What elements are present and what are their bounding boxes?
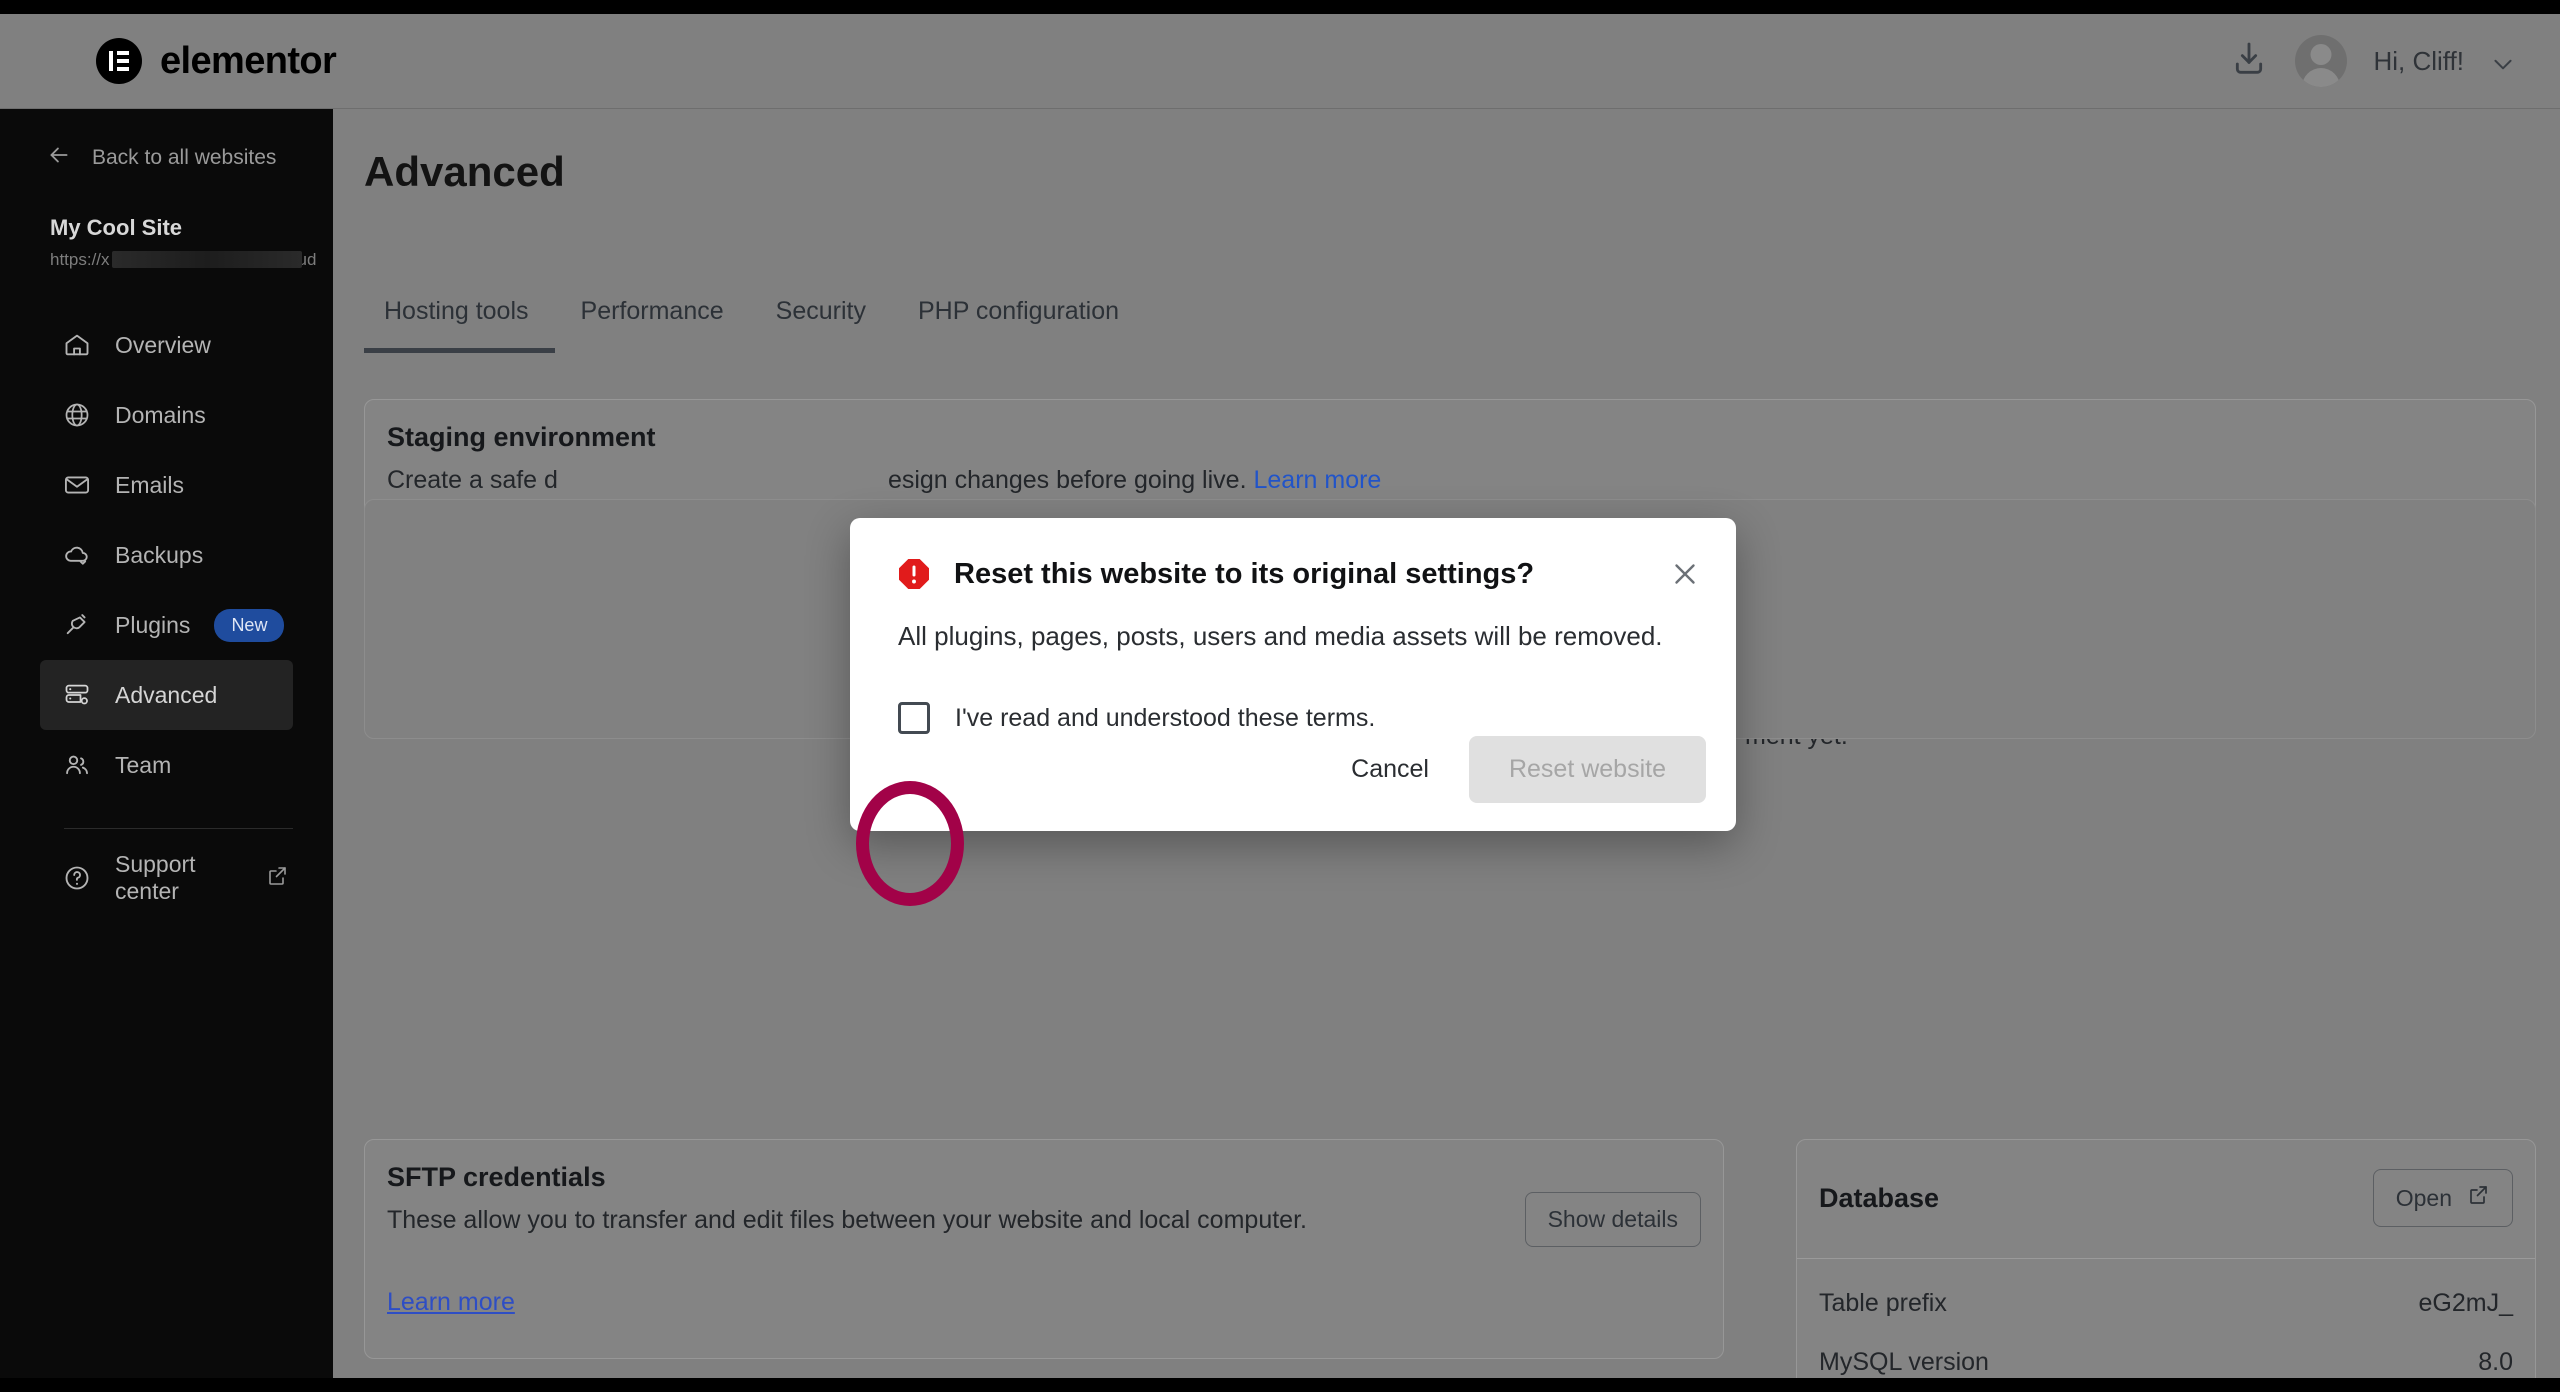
reset-website-dialog: Reset this website to its original setti… (850, 518, 1736, 831)
dialog-message: All plugins, pages, posts, users and med… (898, 621, 1663, 651)
cancel-button[interactable]: Cancel (1325, 737, 1455, 802)
modal-overlay: Reset this website to its original setti… (0, 14, 2560, 1378)
dialog-header: Reset this website to its original setti… (850, 518, 1736, 592)
warning-octagon-icon (896, 556, 932, 592)
reset-website-button[interactable]: Reset website (1468, 736, 1706, 803)
screen: elementor Hi, Cliff! Back to all website… (0, 0, 2560, 1392)
close-icon[interactable] (1668, 557, 1702, 591)
dialog-title: Reset this website to its original setti… (954, 557, 1535, 590)
terms-checkbox[interactable] (898, 702, 930, 735)
app-window: elementor Hi, Cliff! Back to all website… (0, 14, 2560, 1378)
dialog-body: All plugins, pages, posts, users and med… (850, 592, 1736, 735)
terms-checkbox-row[interactable]: I've read and understood these terms. (898, 702, 1674, 735)
terms-checkbox-label: I've read and understood these terms. (955, 703, 1376, 732)
annotation-highlight-ellipse (856, 781, 964, 906)
dialog-footer: Cancel Reset website (1325, 736, 1706, 803)
